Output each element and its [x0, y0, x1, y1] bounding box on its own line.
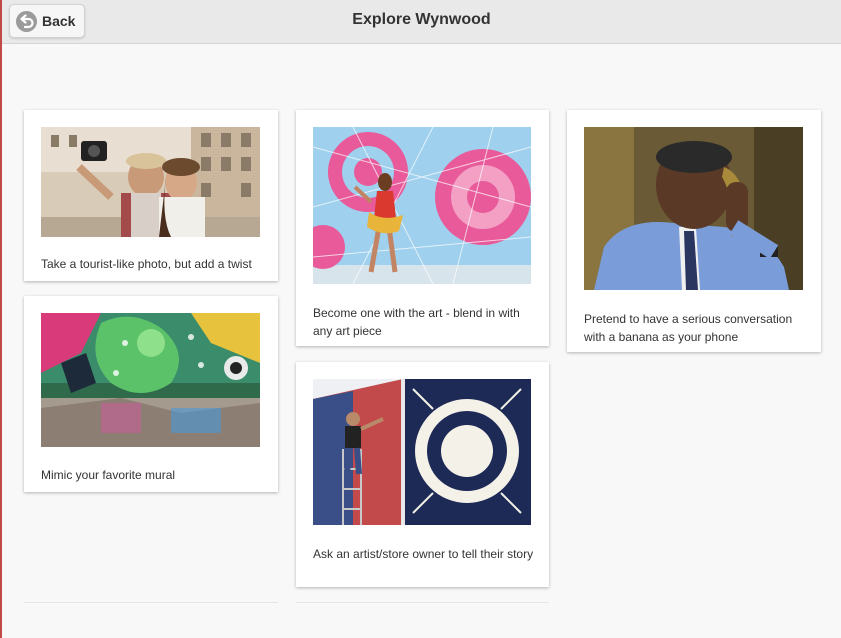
card-caption: Ask an artist/store owner to tell their … — [313, 547, 534, 561]
card-caption: Pretend to have a serious conversation w… — [584, 312, 793, 344]
page-title: Explore Wynwood — [352, 11, 491, 28]
challenge-card-tourist-photo[interactable]: Take a tourist-like photo, but add a twi… — [24, 110, 278, 281]
artist-painting-mural-photo — [313, 379, 531, 525]
card-caption: Mimic your favorite mural — [41, 468, 176, 482]
challenge-card-artist-story[interactable]: Ask an artist/store owner to tell their … — [296, 362, 549, 587]
challenge-card-blend-art[interactable]: Become one with the art - blend in with … — [296, 110, 549, 346]
header-bar: Back Explore Wynwood — [2, 0, 841, 44]
tourist-selfie-photo — [41, 127, 260, 237]
colorful-mural-photo — [41, 313, 260, 447]
woman-mandala-wall-photo — [313, 127, 531, 284]
card-caption: Become one with the art - blend in with … — [313, 306, 520, 338]
column-divider — [296, 602, 549, 603]
challenge-card-mimic-mural[interactable]: Mimic your favorite mural — [24, 296, 278, 492]
challenge-card-banana-phone[interactable]: Pretend to have a serious conversation w… — [567, 110, 821, 352]
banana-phone-photo — [584, 127, 803, 290]
column-divider — [24, 602, 278, 603]
card-caption: Take a tourist-like photo, but add a twi… — [41, 257, 252, 271]
